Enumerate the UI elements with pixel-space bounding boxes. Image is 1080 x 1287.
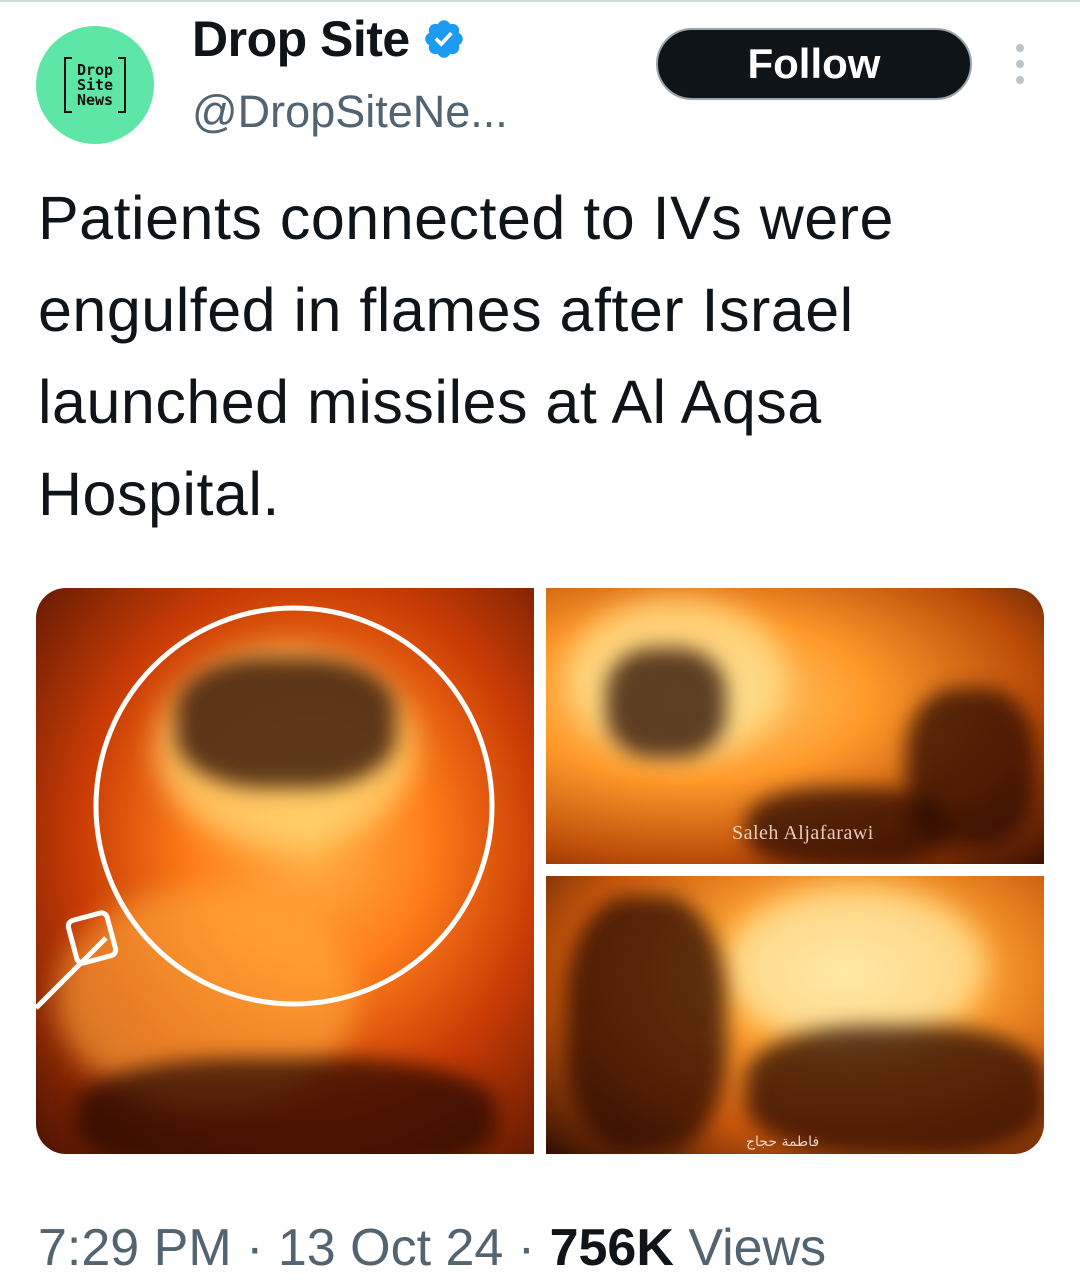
- drop-site-news-logo: Drop Site News: [64, 57, 126, 113]
- separator: ·: [503, 1219, 550, 1277]
- photo-2[interactable]: Saleh Aljafarawi: [546, 588, 1044, 864]
- logo-line-3: News: [76, 90, 114, 109]
- photo-watermark-arabic: فاطمة حجاج: [746, 1134, 820, 1150]
- tweet-text: Patients connected to IVs were engulfed …: [38, 184, 894, 528]
- top-divider: [0, 0, 1080, 2]
- more-vertical-icon[interactable]: [1010, 42, 1030, 86]
- photo-3[interactable]: فاطمة حجاج: [546, 876, 1044, 1154]
- views-count: 756K: [549, 1219, 674, 1277]
- photo-1[interactable]: [36, 588, 534, 1154]
- photo-watermark: Saleh Aljafarawi: [732, 822, 874, 844]
- separator: ·: [231, 1219, 278, 1277]
- tweet-time[interactable]: 7:29 PM: [38, 1219, 232, 1277]
- tweet-metadata: 7:29 PM · 13 Oct 24 · 756K Views: [38, 1218, 826, 1278]
- verified-badge-icon: [424, 20, 463, 58]
- display-name[interactable]: Drop Site: [192, 10, 410, 68]
- author-handle[interactable]: @DropSiteNe...: [192, 86, 508, 138]
- author-name-row[interactable]: Drop Site: [192, 10, 466, 68]
- highlight-circle-icon: [36, 605, 495, 1010]
- views-label: Views: [673, 1219, 827, 1277]
- follow-button[interactable]: Follow: [656, 28, 972, 100]
- avatar[interactable]: Drop Site News: [36, 26, 154, 144]
- media-grid[interactable]: Saleh Aljafarawi فاطمة حجاج: [36, 588, 1044, 1154]
- tweet-date[interactable]: 13 Oct 24: [278, 1219, 503, 1277]
